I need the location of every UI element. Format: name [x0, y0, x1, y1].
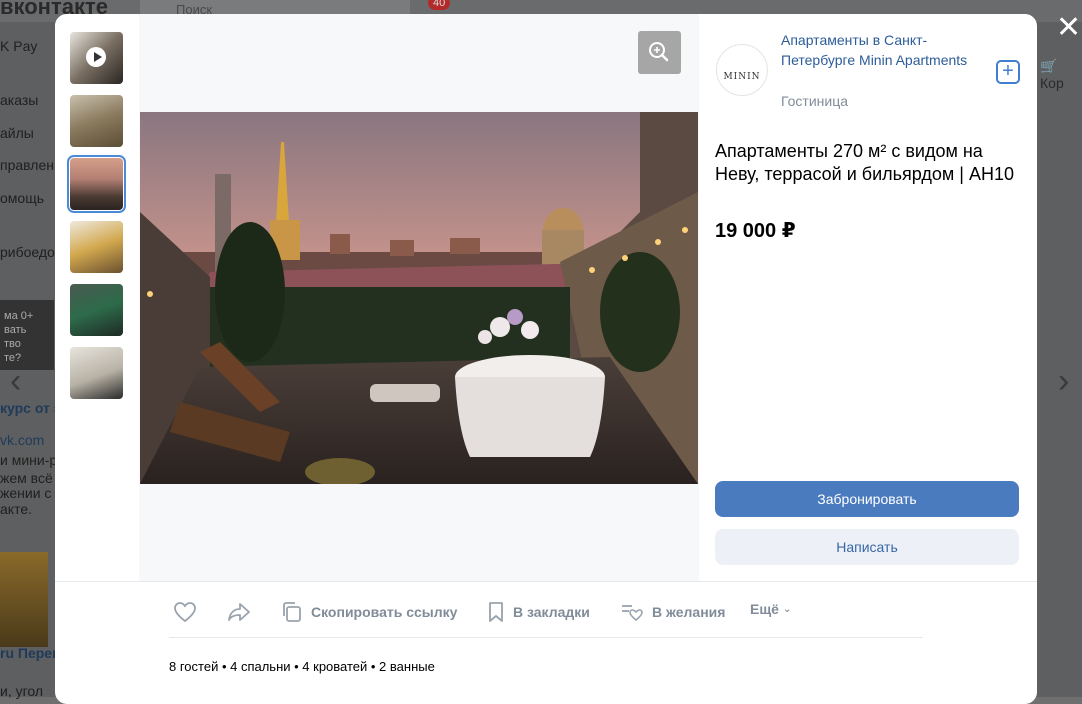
bg-menu-item: аказы — [0, 92, 39, 108]
share-button[interactable] — [227, 601, 259, 623]
like-button[interactable] — [173, 601, 205, 623]
thumbnail-photo-active[interactable] — [67, 155, 126, 213]
listing-sidebar: MININ Апартаменты в Санкт-Петербурге Min… — [699, 14, 1037, 581]
share-icon — [228, 603, 250, 621]
thumbnail-photo[interactable] — [70, 284, 123, 336]
bookmark-icon — [489, 602, 503, 622]
bookmark-button[interactable]: В закладки — [487, 601, 590, 623]
book-button[interactable]: Забронировать — [715, 481, 1019, 517]
wishlist-icon — [622, 605, 643, 622]
next-arrow-icon[interactable]: › — [1058, 362, 1069, 401]
bg-menu-item: омощь — [0, 190, 45, 206]
thumbnail-photo[interactable] — [70, 221, 123, 273]
bg-promo: ма 0+ вать тво те? — [0, 300, 54, 370]
action-bar: Скопировать ссылку В закладки В желания … — [55, 581, 1037, 640]
zoom-in-icon — [649, 42, 669, 62]
more-label: Ещё — [750, 601, 779, 617]
hotel-type: Гостиница — [781, 93, 849, 109]
bg-thumbnail — [0, 552, 48, 647]
listing-price: 19 000 ₽ — [715, 220, 796, 242]
bg-notification-badge: 40 — [428, 0, 451, 10]
photo-viewer — [139, 14, 699, 581]
bg-menu-item: айлы — [0, 125, 34, 141]
hotel-name-link[interactable]: Апартаменты в Санкт-Петербурге Minin Apa… — [781, 30, 981, 70]
avatar-logo-text: MININ — [723, 72, 761, 82]
play-icon — [86, 47, 106, 67]
zoom-button[interactable] — [638, 31, 681, 74]
bookmark-label: В закладки — [513, 604, 590, 620]
listing-details: 8 гостей • 4 спальни • 4 кроватей • 2 ва… — [169, 659, 435, 674]
wishlist-button[interactable]: В желания — [620, 601, 725, 623]
thumbnail-photo[interactable] — [70, 95, 123, 147]
wishlist-label: В желания — [652, 604, 726, 620]
thumbnail-video[interactable] — [70, 32, 123, 84]
bg-snippet: жении с — [0, 485, 52, 501]
bg-snippet: акте. — [0, 501, 32, 517]
heart-icon — [174, 602, 196, 623]
thumbnail-strip — [55, 14, 139, 581]
bg-menu-item: рибоедо — [0, 244, 55, 260]
bg-cart-label: 🛒 Кор — [1040, 58, 1064, 91]
more-button[interactable]: Ещё ⌄ — [750, 601, 791, 617]
prev-arrow-icon[interactable]: ‹ — [10, 362, 21, 401]
add-icon[interactable]: + — [996, 60, 1020, 84]
listing-title: Апартаменты 270 м² с видом на Неву, терр… — [715, 141, 1014, 184]
bg-menu-item: правлен — [0, 157, 54, 173]
chevron-down-icon: ⌄ — [782, 603, 792, 615]
main-photo[interactable] — [140, 112, 698, 484]
copy-icon — [283, 602, 301, 622]
divider — [169, 637, 923, 638]
thumbnail-photo[interactable] — [70, 347, 123, 399]
close-icon[interactable]: ✕ — [1056, 13, 1081, 43]
copy-link-label: Скопировать ссылку — [311, 604, 458, 620]
hotel-avatar[interactable]: MININ — [716, 44, 768, 96]
bg-snippet: курс от э — [0, 400, 62, 416]
bg-menu-item: K Pay — [0, 38, 38, 54]
bg-snippet: и мини-р — [0, 452, 58, 468]
message-button[interactable]: Написать — [715, 529, 1019, 565]
product-modal: MININ Апартаменты в Санкт-Петербурге Min… — [55, 14, 1037, 704]
bg-snippet: vk.com — [0, 432, 45, 448]
copy-link-button[interactable]: Скопировать ссылку — [281, 601, 457, 623]
bg-snippet: жем всё — [0, 470, 53, 486]
